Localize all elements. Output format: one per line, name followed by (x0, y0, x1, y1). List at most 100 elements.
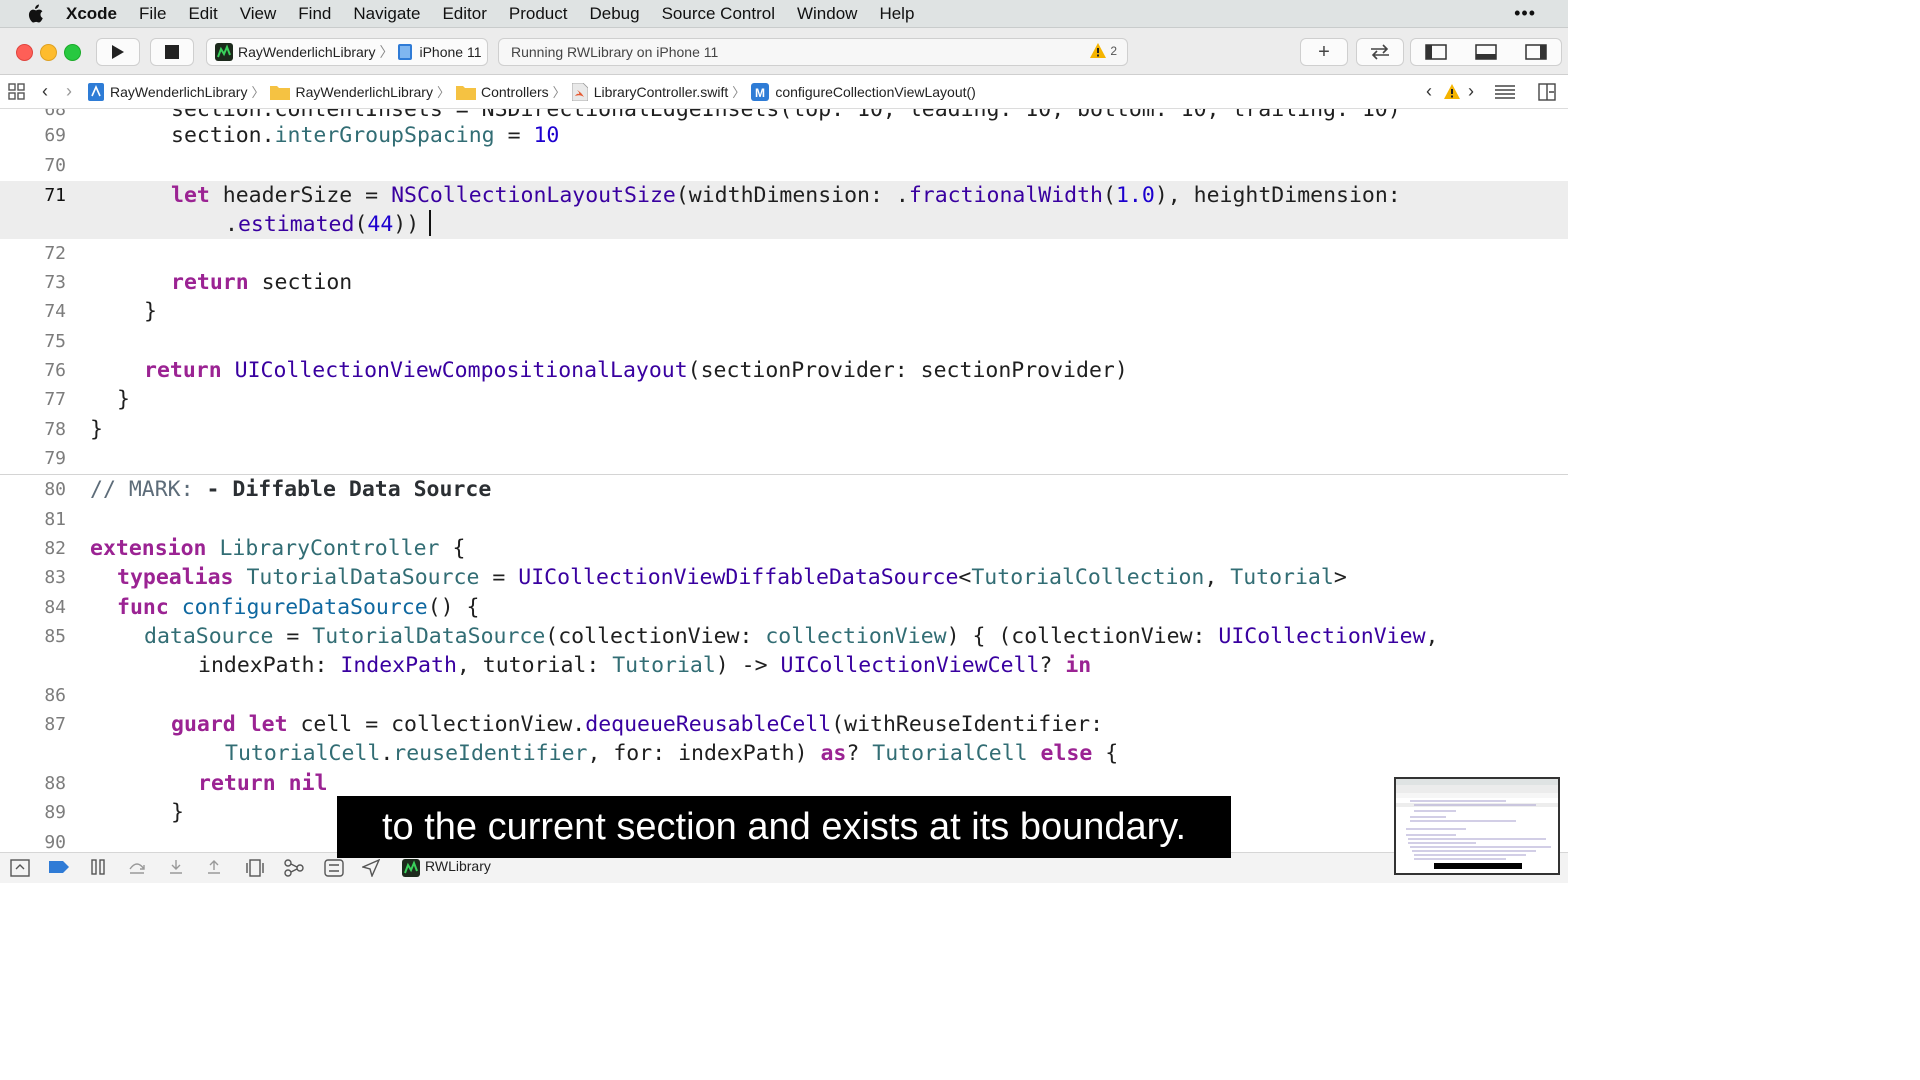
line-number: 70 (44, 155, 66, 176)
step-over-icon[interactable] (128, 859, 146, 875)
crumb-method[interactable]: M configureCollectionViewLayout() (751, 82, 976, 101)
code-line: 82 extension LibraryController { (0, 534, 1568, 563)
crumb-method-label: configureCollectionViewLayout() (775, 83, 976, 100)
previous-issue-icon[interactable]: ‹ (1426, 81, 1432, 102)
add-editor-icon[interactable] (1538, 83, 1556, 101)
code-text: section.interGroupSpacing = 10 (171, 123, 560, 148)
run-button[interactable] (96, 38, 140, 66)
menu-window[interactable]: Window (797, 4, 857, 24)
folder-icon (455, 85, 476, 100)
code-line-current: 71 let headerSize = NSCollectionLayoutSi… (0, 181, 1568, 239)
source-editor[interactable]: 68 section.contentInsets = NSDirectional… (0, 109, 1568, 852)
scheme-selector[interactable]: RayWenderlichLibrary 〉 iPhone 11 (206, 38, 488, 66)
code-text-wrap: .estimated(44)) (225, 212, 420, 237)
line-number: 76 (44, 360, 66, 381)
menu-editor[interactable]: Editor (442, 4, 486, 24)
chevron-right-icon: 〉 (732, 85, 746, 100)
zoom-window-button[interactable] (64, 44, 81, 61)
simulate-location-icon[interactable] (362, 859, 380, 877)
breakpoints-icon[interactable] (48, 859, 70, 875)
related-items-icon[interactable] (8, 82, 26, 101)
environment-overrides-icon[interactable] (324, 859, 344, 877)
line-number: 77 (44, 389, 66, 410)
chevron-right-icon: 〉 (552, 85, 566, 100)
minimize-window-button[interactable] (40, 44, 57, 61)
warning-icon (1090, 43, 1107, 58)
code-text: } (117, 387, 130, 412)
warning-indicator[interactable]: 2 (1090, 43, 1117, 58)
menu-source-control[interactable]: Source Control (662, 4, 775, 24)
code-line: 80 // MARK: - Diffable Data Source (0, 475, 1568, 504)
code-line: 83 typealias TutorialDataSource = UIColl… (0, 563, 1568, 592)
warning-icon[interactable] (1444, 84, 1460, 99)
line-number: 80 (44, 479, 66, 500)
line-number: 73 (44, 272, 66, 293)
crumb-project-label: RayWenderlichLibrary (110, 83, 248, 100)
menu-help[interactable]: Help (879, 4, 914, 24)
jump-bar: ‹ › RayWenderlichLibrary 〉 RayWenderlich… (0, 75, 1568, 109)
swap-arrows-icon (1371, 44, 1389, 60)
view-hierarchy-icon[interactable] (246, 859, 264, 877)
swift-file-icon (571, 82, 588, 101)
library-button[interactable]: + (1300, 38, 1348, 66)
line-number: 90 (44, 832, 66, 852)
pause-icon[interactable] (90, 859, 106, 875)
crumb-file[interactable]: LibraryController.swift 〉 (571, 82, 752, 101)
menu-debug[interactable]: Debug (589, 4, 639, 24)
code-line: 78 } (0, 415, 1568, 444)
menu-navigate[interactable]: Navigate (353, 4, 420, 24)
line-number: 85 (44, 626, 66, 647)
plus-icon: + (1318, 41, 1330, 63)
code-line: 74 } (0, 297, 1568, 326)
code-text-wrap: TutorialCell.reuseIdentifier, for: index… (225, 741, 1119, 766)
step-out-icon[interactable] (206, 859, 222, 875)
menu-find[interactable]: Find (298, 4, 331, 24)
device-icon (398, 44, 413, 60)
activity-view: Running RWLibrary on iPhone 11 2 (498, 38, 1128, 66)
apple-icon[interactable] (26, 4, 44, 24)
crumb-project[interactable]: RayWenderlichLibrary 〉 (88, 82, 270, 101)
memory-graph-icon[interactable] (284, 859, 304, 877)
code-text-wrap: indexPath: IndexPath, tutorial: Tutorial… (198, 653, 1092, 678)
panel-toggle-group (1410, 38, 1562, 66)
code-line: 85 dataSource = TutorialDataSource(colle… (0, 622, 1568, 680)
line-number: 71 (44, 185, 66, 206)
crumb-group[interactable]: RayWenderlichLibrary 〉 (270, 82, 455, 101)
code-text: } (90, 417, 103, 442)
line-number: 82 (44, 538, 66, 559)
line-number: 83 (44, 567, 66, 588)
folder-icon (270, 85, 291, 100)
line-number: 84 (44, 597, 66, 618)
stop-button[interactable] (150, 38, 194, 66)
hide-debug-area-icon[interactable] (10, 859, 30, 877)
crumb-folder[interactable]: Controllers 〉 (455, 82, 572, 101)
navigator-toggle-icon[interactable] (1425, 44, 1447, 60)
back-arrow-icon[interactable]: ‹ (42, 81, 48, 102)
close-window-button[interactable] (16, 44, 33, 61)
window-toolbar: RayWenderlichLibrary 〉 iPhone 11 Running… (0, 28, 1568, 75)
menu-extras-icon[interactable]: ••• (1514, 3, 1536, 24)
app-scheme-icon (215, 43, 233, 61)
menu-app-name[interactable]: Xcode (66, 4, 117, 24)
menu-file[interactable]: File (139, 4, 166, 24)
code-text: extension LibraryController { (90, 536, 466, 561)
menu-product[interactable]: Product (509, 4, 568, 24)
line-number: 86 (44, 685, 66, 706)
chevron-right-icon: 〉 (251, 85, 265, 100)
code-line: 87 guard let cell = collectionView.deque… (0, 710, 1568, 768)
editor-options-icon[interactable] (1494, 84, 1516, 100)
code-text: // MARK: - Diffable Data Source (90, 477, 492, 502)
code-text: } (171, 800, 184, 825)
inspector-toggle-icon[interactable] (1525, 44, 1547, 60)
code-review-button[interactable] (1356, 38, 1404, 66)
forward-arrow-icon[interactable]: › (66, 81, 72, 102)
line-number: 81 (44, 509, 66, 530)
warning-count: 2 (1110, 43, 1117, 58)
step-into-icon[interactable] (168, 859, 184, 875)
debug-area-toggle-icon[interactable] (1475, 44, 1497, 60)
next-issue-icon[interactable]: › (1468, 81, 1474, 102)
menu-view[interactable]: View (240, 4, 277, 24)
code-line: 69 section.interGroupSpacing = 10 (0, 121, 1568, 150)
menu-edit[interactable]: Edit (188, 4, 217, 24)
debug-target-name[interactable]: RWLibrary (425, 858, 491, 874)
